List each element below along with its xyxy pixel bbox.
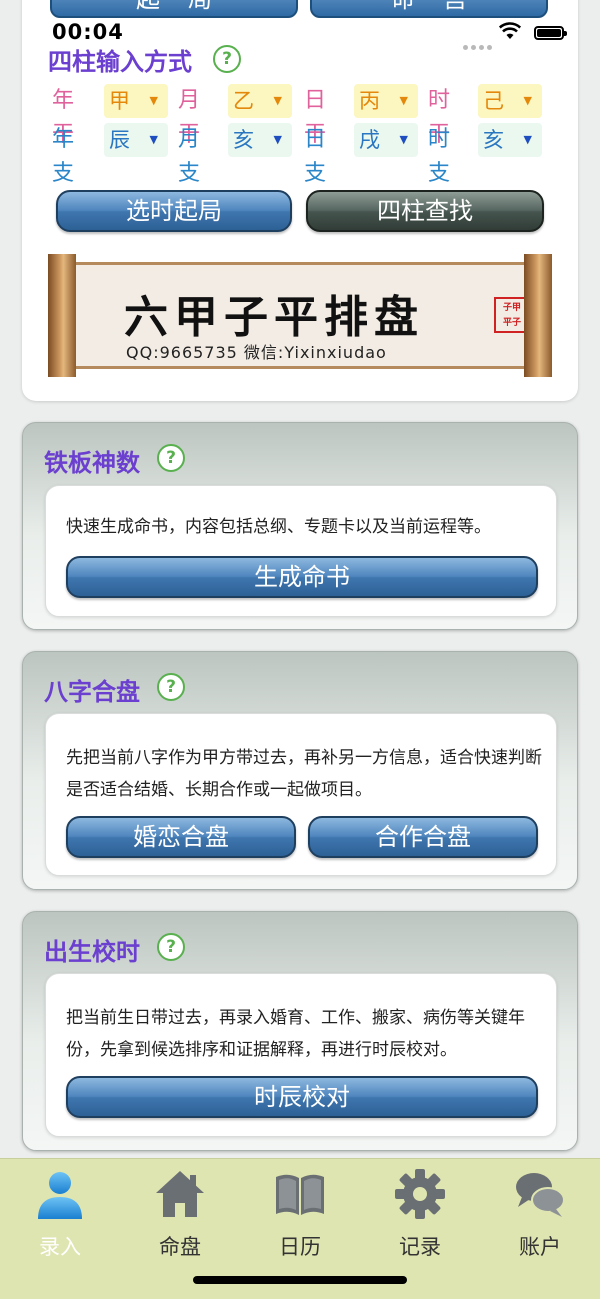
hour-stem-value: 己 (483, 89, 504, 113)
tieban-description: 快速生成命书，内容包括总纲、专题卡以及当前运程等。 (66, 517, 491, 537)
tab-account[interactable]: 账户 (480, 1167, 600, 1259)
wifi-icon (499, 22, 521, 39)
tab-calendar-label: 日历 (279, 1235, 321, 1259)
chevron-down-icon: ▼ (399, 94, 408, 107)
chevron-down-icon: ▼ (523, 133, 532, 146)
chevron-down-icon: ▼ (273, 133, 282, 146)
search-pillars-button[interactable]: 四柱查找 (306, 190, 544, 232)
scroll-rod (524, 254, 552, 377)
help-icon[interactable]: ? (157, 444, 185, 472)
bazi-match-description: 先把当前八字作为甲方带过去，再补另一方信息，适合快速判断是否适合结婚、长期合作或… (66, 748, 542, 800)
hour-branch-label: 时支 (428, 127, 451, 186)
generate-book-button[interactable]: 生成命书 (66, 556, 538, 598)
help-icon[interactable]: ? (213, 45, 241, 73)
birth-time-title: 出生校时 (44, 938, 140, 966)
chevron-down-icon: ▼ (523, 94, 532, 107)
banner-contact: QQ:9665735 微信:Yixinxiudao (126, 343, 387, 362)
tieban-panel: 快速生成命书，内容包括总纲、专题卡以及当前运程等。 生成命书 (45, 485, 557, 617)
day-branch-label: 日支 (304, 127, 327, 186)
bazi-match-card: 八字合盘 ? 先把当前八字作为甲方带过去，再补另一方信息，适合快速判断是否适合结… (22, 651, 578, 890)
house-icon (156, 1171, 204, 1217)
help-icon[interactable]: ? (157, 933, 185, 961)
tab-records[interactable]: 记录 (360, 1167, 480, 1259)
tab-chart-label: 命盘 (159, 1235, 201, 1259)
year-branch-value: 辰 (109, 128, 130, 152)
chat-bubbles-icon (516, 1173, 565, 1217)
user-icon (38, 1172, 82, 1219)
tieban-card: 铁板神数 ? 快速生成命书，内容包括总纲、专题卡以及当前运程等。 生成命书 (22, 422, 578, 630)
chevron-down-icon: ▼ (399, 133, 408, 146)
tab-input[interactable]: 录入 (0, 1167, 120, 1259)
birth-time-description: 把当前生日带过去，再录入婚育、工作、搬家、病伤等关键年份，先拿到候选排序和证据解… (66, 1008, 525, 1060)
month-branch-label: 月支 (178, 127, 201, 186)
pillar-input-card: 起局 命宫 四柱输入方式 ? 年干 甲 ▼ 月干 乙 ▼ 日干 丙 ▼ 时干 己… (22, 0, 578, 401)
year-branch-select[interactable]: 辰 ▼ (104, 123, 168, 157)
birth-time-panel: 把当前生日带过去，再录入婚育、工作、搬家、病伤等关键年份，先拿到候选排序和证据解… (45, 973, 557, 1137)
month-stem-value: 乙 (233, 89, 254, 113)
home-indicator[interactable] (193, 1276, 407, 1284)
tab-chart[interactable]: 命盘 (120, 1167, 240, 1259)
hour-branch-select[interactable]: 亥 ▼ (478, 123, 542, 157)
banner-title: 六甲子平排盘 (124, 292, 424, 343)
book-icon (276, 1174, 324, 1215)
status-time: 00:04 (52, 20, 124, 44)
tab-account-label: 账户 (519, 1235, 561, 1259)
month-branch-value: 亥 (233, 128, 254, 152)
day-stem-select[interactable]: 丙 ▼ (354, 84, 418, 118)
scroll-rod (48, 254, 76, 377)
tab-calendar[interactable]: 日历 (240, 1167, 360, 1259)
hour-branch-value: 亥 (483, 128, 504, 152)
tab-input-label: 录入 (39, 1235, 81, 1259)
chevron-down-icon: ▼ (149, 94, 158, 107)
hour-stem-select[interactable]: 己 ▼ (478, 84, 542, 118)
gear-icon (395, 1169, 445, 1219)
partnership-match-button[interactable]: 合作合盘 (308, 816, 538, 858)
month-branch-select[interactable]: 亥 ▼ (228, 123, 292, 157)
app-banner: 六甲子平排盘 QQ:9665735 微信:Yixinxiudao 子甲 平子 (48, 254, 552, 377)
battery-icon (534, 26, 567, 40)
day-branch-select[interactable]: 戌 ▼ (354, 123, 418, 157)
month-stem-select[interactable]: 乙 ▼ (228, 84, 292, 118)
marriage-match-button[interactable]: 婚恋合盘 (66, 816, 296, 858)
signal-dots-icon (463, 35, 495, 54)
bazi-match-panel: 先把当前八字作为甲方带过去，再补另一方信息，适合快速判断是否适合结婚、长期合作或… (45, 713, 557, 876)
birth-time-card: 出生校时 ? 把当前生日带过去，再录入婚育、工作、搬家、病伤等关键年份，先拿到候… (22, 911, 578, 1151)
status-bar: 00:04 (0, 0, 600, 50)
day-stem-value: 丙 (359, 89, 380, 113)
hour-calibrate-button[interactable]: 时辰校对 (66, 1076, 538, 1118)
tab-records-label: 记录 (399, 1235, 441, 1259)
year-branch-label: 年支 (52, 127, 75, 186)
help-icon[interactable]: ? (157, 673, 185, 701)
year-stem-select[interactable]: 甲 ▼ (104, 84, 168, 118)
select-time-button[interactable]: 选时起局 (56, 190, 292, 232)
pillar-input-title: 四柱输入方式 (48, 48, 192, 76)
banner-scroll: 六甲子平排盘 QQ:9665735 微信:Yixinxiudao 子甲 平子 (76, 262, 530, 369)
chevron-down-icon: ▼ (273, 94, 282, 107)
year-stem-value: 甲 (109, 89, 130, 113)
day-branch-value: 戌 (359, 128, 380, 152)
chevron-down-icon: ▼ (149, 133, 158, 146)
bazi-match-title: 八字合盘 (44, 678, 140, 706)
tieban-title: 铁板神数 (44, 449, 140, 477)
